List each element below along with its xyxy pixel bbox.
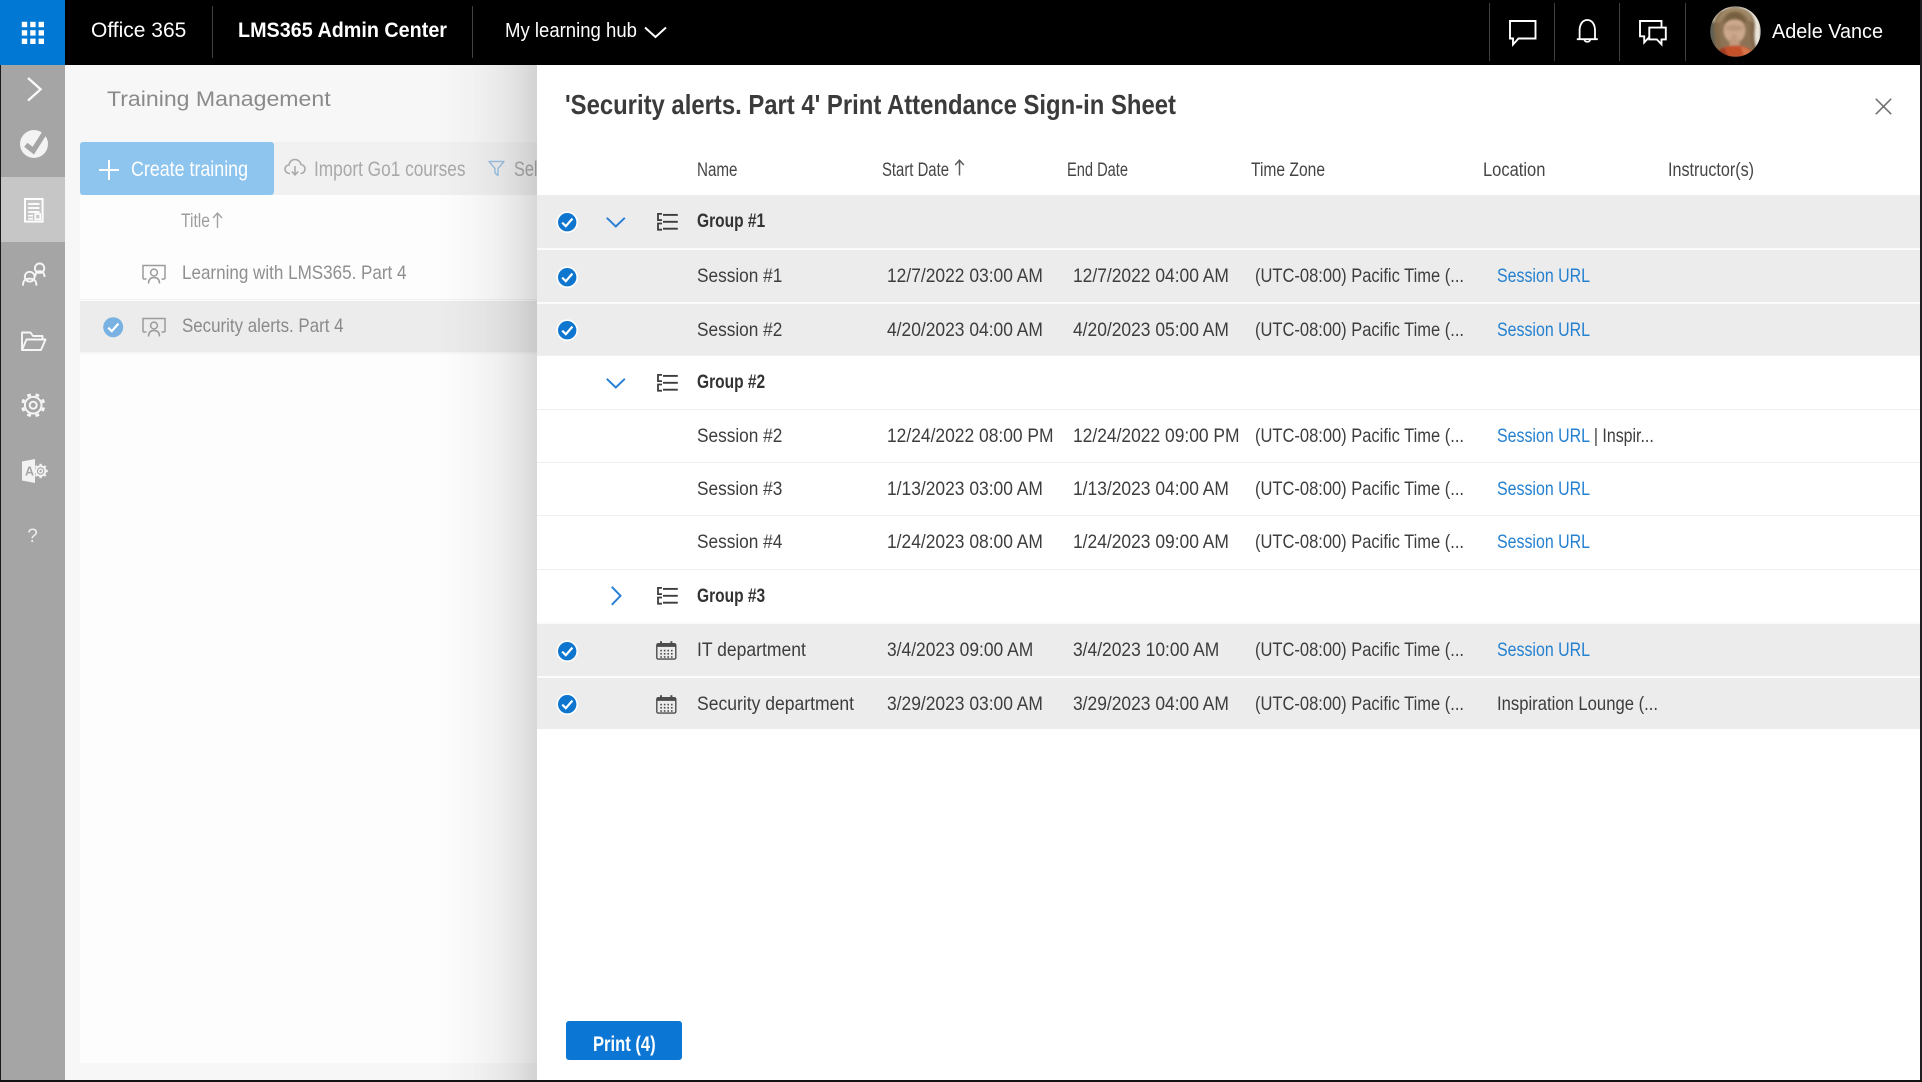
svg-text:A: A <box>25 464 34 478</box>
